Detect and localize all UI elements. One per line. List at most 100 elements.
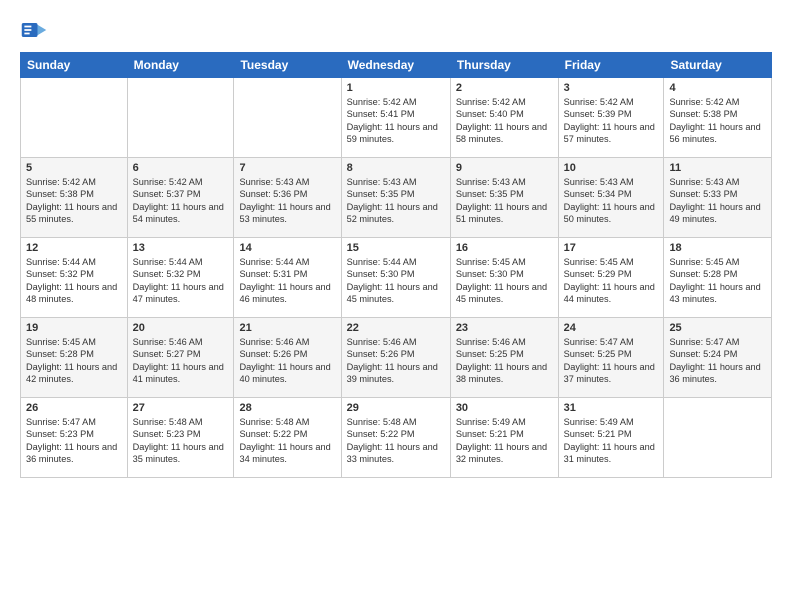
calendar-cell: 12 Sunrise: 5:44 AM Sunset: 5:32 PM Dayli…	[21, 238, 128, 318]
calendar-cell: 10Sunrise: 5:43 AM Sunset: 5:34 PM Dayli…	[558, 158, 664, 238]
header-row: SundayMondayTuesdayWednesdayThursdayFrid…	[21, 53, 772, 78]
day-info: Sunrise: 5:47 AM Sunset: 5:25 PM Dayligh…	[564, 336, 659, 386]
header	[20, 16, 772, 44]
cell-content: 9 Sunrise: 5:43 AM Sunset: 5:35 PM Daylig…	[456, 162, 553, 226]
calendar-cell: 5Sunrise: 5:42 AM Sunset: 5:38 PM Daylig…	[21, 158, 128, 238]
day-info: Sunrise: 5:48 AM Sunset: 5:23 PM Dayligh…	[133, 416, 229, 466]
day-info: Sunrise: 5:46 AM Sunset: 5:26 PM Dayligh…	[239, 336, 335, 386]
week-row-4: 19 Sunrise: 5:45 AM Sunset: 5:28 PM Dayli…	[21, 318, 772, 398]
calendar-cell: 17 Sunrise: 5:45 AM Sunset: 5:29 PM Dayli…	[558, 238, 664, 318]
day-number: 16	[456, 242, 553, 254]
calendar-cell: 11Sunrise: 5:43 AM Sunset: 5:33 PM Dayli…	[664, 158, 772, 238]
calendar-cell: 8 Sunrise: 5:43 AM Sunset: 5:35 PM Daylig…	[341, 158, 450, 238]
day-number: 13	[133, 242, 229, 254]
calendar-cell: 18 Sunrise: 5:45 AM Sunset: 5:28 PM Dayli…	[664, 238, 772, 318]
calendar-cell: 28Sunrise: 5:48 AM Sunset: 5:22 PM Dayli…	[234, 398, 341, 478]
day-number: 21	[239, 322, 335, 334]
calendar-cell: 23Sunrise: 5:46 AM Sunset: 5:25 PM Dayli…	[450, 318, 558, 398]
week-row-2: 5Sunrise: 5:42 AM Sunset: 5:38 PM Daylig…	[21, 158, 772, 238]
calendar-cell: 20 Sunrise: 5:46 AM Sunset: 5:27 PM Dayli…	[127, 318, 234, 398]
day-info: Sunrise: 5:48 AM Sunset: 5:22 PM Dayligh…	[347, 416, 445, 466]
calendar-cell: 13 Sunrise: 5:44 AM Sunset: 5:32 PM Dayli…	[127, 238, 234, 318]
page: SundayMondayTuesdayWednesdayThursdayFrid…	[0, 0, 792, 612]
day-number: 14	[239, 242, 335, 254]
day-info: Sunrise: 5:46 AM Sunset: 5:27 PM Dayligh…	[133, 336, 229, 386]
day-info: Sunrise: 5:43 AM Sunset: 5:35 PM Dayligh…	[456, 176, 553, 226]
day-info: Sunrise: 5:45 AM Sunset: 5:28 PM Dayligh…	[26, 336, 122, 386]
calendar-cell: 1 Sunrise: 5:42 AM Sunset: 5:41 PM Daylig…	[341, 78, 450, 158]
day-number: 20	[133, 322, 229, 334]
day-info: Sunrise: 5:42 AM Sunset: 5:40 PM Dayligh…	[456, 96, 553, 146]
cell-content: 28Sunrise: 5:48 AM Sunset: 5:22 PM Dayli…	[239, 402, 335, 466]
day-number: 19	[26, 322, 122, 334]
cell-content: 29 Sunrise: 5:48 AM Sunset: 5:22 PM Dayli…	[347, 402, 445, 466]
day-info: Sunrise: 5:45 AM Sunset: 5:30 PM Dayligh…	[456, 256, 553, 306]
calendar-cell: 6 Sunrise: 5:42 AM Sunset: 5:37 PM Daylig…	[127, 158, 234, 238]
day-number: 3	[564, 82, 659, 94]
cell-content: 1 Sunrise: 5:42 AM Sunset: 5:41 PM Daylig…	[347, 82, 445, 146]
logo	[20, 16, 52, 44]
calendar-cell: 7 Sunrise: 5:43 AM Sunset: 5:36 PM Daylig…	[234, 158, 341, 238]
day-number: 27	[133, 402, 229, 414]
day-info: Sunrise: 5:47 AM Sunset: 5:24 PM Dayligh…	[669, 336, 766, 386]
cell-content: 27 Sunrise: 5:48 AM Sunset: 5:23 PM Dayli…	[133, 402, 229, 466]
day-info: Sunrise: 5:49 AM Sunset: 5:21 PM Dayligh…	[564, 416, 659, 466]
cell-content: 26 Sunrise: 5:47 AM Sunset: 5:23 PM Dayli…	[26, 402, 122, 466]
day-info: Sunrise: 5:44 AM Sunset: 5:32 PM Dayligh…	[26, 256, 122, 306]
day-info: Sunrise: 5:42 AM Sunset: 5:38 PM Dayligh…	[669, 96, 766, 146]
day-info: Sunrise: 5:44 AM Sunset: 5:32 PM Dayligh…	[133, 256, 229, 306]
cell-content: 11Sunrise: 5:43 AM Sunset: 5:33 PM Dayli…	[669, 162, 766, 226]
day-number: 18	[669, 242, 766, 254]
calendar-cell	[21, 78, 128, 158]
day-number: 26	[26, 402, 122, 414]
day-number: 12	[26, 242, 122, 254]
day-number: 7	[239, 162, 335, 174]
day-number: 6	[133, 162, 229, 174]
cell-content: 20 Sunrise: 5:46 AM Sunset: 5:27 PM Dayli…	[133, 322, 229, 386]
cell-content: 16 Sunrise: 5:45 AM Sunset: 5:30 PM Dayli…	[456, 242, 553, 306]
cell-content: 18 Sunrise: 5:45 AM Sunset: 5:28 PM Dayli…	[669, 242, 766, 306]
calendar-cell: 19 Sunrise: 5:45 AM Sunset: 5:28 PM Dayli…	[21, 318, 128, 398]
day-number: 8	[347, 162, 445, 174]
calendar-table: SundayMondayTuesdayWednesdayThursdayFrid…	[20, 52, 772, 478]
day-number: 9	[456, 162, 553, 174]
day-info: Sunrise: 5:46 AM Sunset: 5:26 PM Dayligh…	[347, 336, 445, 386]
day-number: 1	[347, 82, 445, 94]
calendar-cell: 25Sunrise: 5:47 AM Sunset: 5:24 PM Dayli…	[664, 318, 772, 398]
cell-content: 21 Sunrise: 5:46 AM Sunset: 5:26 PM Dayli…	[239, 322, 335, 386]
calendar-cell	[127, 78, 234, 158]
cell-content: 7 Sunrise: 5:43 AM Sunset: 5:36 PM Daylig…	[239, 162, 335, 226]
cell-content: 12 Sunrise: 5:44 AM Sunset: 5:32 PM Dayli…	[26, 242, 122, 306]
day-number: 17	[564, 242, 659, 254]
day-info: Sunrise: 5:42 AM Sunset: 5:41 PM Dayligh…	[347, 96, 445, 146]
day-info: Sunrise: 5:43 AM Sunset: 5:35 PM Dayligh…	[347, 176, 445, 226]
day-number: 29	[347, 402, 445, 414]
column-header-wednesday: Wednesday	[341, 53, 450, 78]
day-info: Sunrise: 5:45 AM Sunset: 5:29 PM Dayligh…	[564, 256, 659, 306]
cell-content: 5Sunrise: 5:42 AM Sunset: 5:38 PM Daylig…	[26, 162, 122, 226]
day-info: Sunrise: 5:47 AM Sunset: 5:23 PM Dayligh…	[26, 416, 122, 466]
calendar-cell: 26 Sunrise: 5:47 AM Sunset: 5:23 PM Dayli…	[21, 398, 128, 478]
calendar-cell	[234, 78, 341, 158]
day-number: 11	[669, 162, 766, 174]
cell-content: 10Sunrise: 5:43 AM Sunset: 5:34 PM Dayli…	[564, 162, 659, 226]
column-header-saturday: Saturday	[664, 53, 772, 78]
day-info: Sunrise: 5:42 AM Sunset: 5:39 PM Dayligh…	[564, 96, 659, 146]
day-info: Sunrise: 5:45 AM Sunset: 5:28 PM Dayligh…	[669, 256, 766, 306]
cell-content: 17 Sunrise: 5:45 AM Sunset: 5:29 PM Dayli…	[564, 242, 659, 306]
calendar-cell: 15Sunrise: 5:44 AM Sunset: 5:30 PM Dayli…	[341, 238, 450, 318]
calendar-cell: 3 Sunrise: 5:42 AM Sunset: 5:39 PM Daylig…	[558, 78, 664, 158]
calendar-cell: 27 Sunrise: 5:48 AM Sunset: 5:23 PM Dayli…	[127, 398, 234, 478]
column-header-tuesday: Tuesday	[234, 53, 341, 78]
day-number: 10	[564, 162, 659, 174]
calendar-cell: 4Sunrise: 5:42 AM Sunset: 5:38 PM Daylig…	[664, 78, 772, 158]
day-info: Sunrise: 5:43 AM Sunset: 5:36 PM Dayligh…	[239, 176, 335, 226]
day-number: 22	[347, 322, 445, 334]
day-info: Sunrise: 5:42 AM Sunset: 5:37 PM Dayligh…	[133, 176, 229, 226]
calendar-cell: 14Sunrise: 5:44 AM Sunset: 5:31 PM Dayli…	[234, 238, 341, 318]
calendar-cell: 21 Sunrise: 5:46 AM Sunset: 5:26 PM Dayli…	[234, 318, 341, 398]
day-number: 31	[564, 402, 659, 414]
cell-content: 19 Sunrise: 5:45 AM Sunset: 5:28 PM Dayli…	[26, 322, 122, 386]
cell-content: 31 Sunrise: 5:49 AM Sunset: 5:21 PM Dayli…	[564, 402, 659, 466]
day-number: 28	[239, 402, 335, 414]
